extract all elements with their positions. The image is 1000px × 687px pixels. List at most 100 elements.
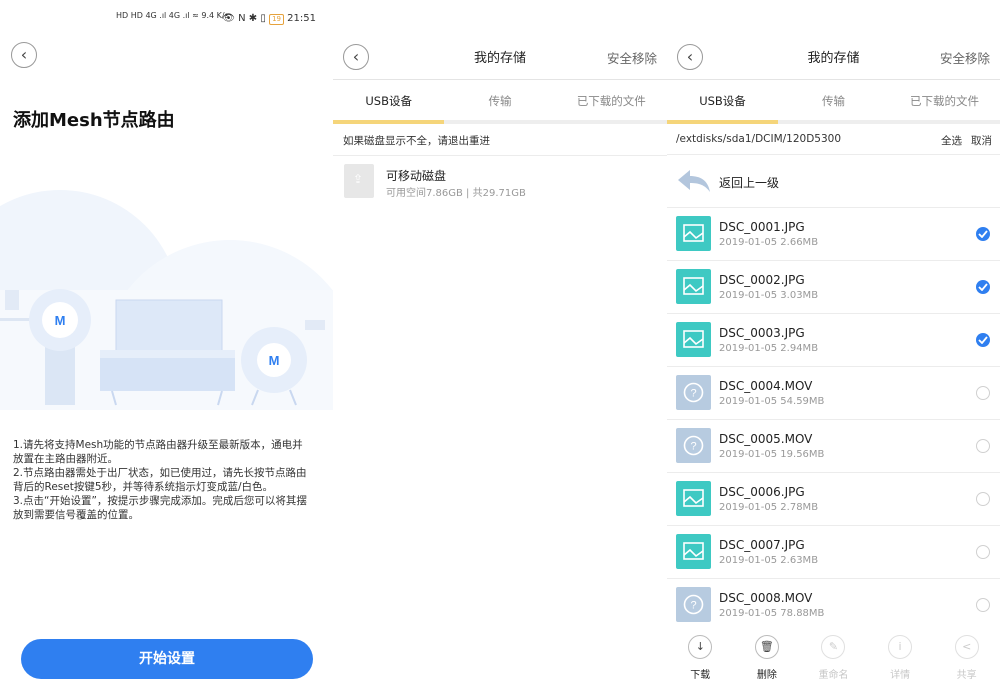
disk-list-item[interactable]: ⇪ 可移动磁盘 可用空间7.86GB | 共29.71GB — [333, 160, 667, 205]
file-list-item[interactable]: ? DSC_0004.MOV 2019-01-05 54.59MB — [667, 367, 1000, 420]
go-up-row[interactable]: 返回上一级 — [667, 156, 1000, 208]
file-list-item[interactable]: DSC_0007.JPG 2019-01-05 2.63MB — [667, 526, 1000, 579]
toolbar-label: 下载 — [690, 670, 711, 681]
image-file-icon — [676, 269, 711, 304]
return-arrow-icon — [678, 170, 710, 192]
share-icon: < — [954, 635, 979, 659]
checkbox-checked-icon[interactable] — [976, 280, 990, 294]
file-name: DSC_0005.MOV — [719, 432, 813, 446]
select-all-button[interactable]: 全选 — [941, 133, 962, 148]
tab-transfer[interactable]: 传输 — [444, 80, 555, 120]
checkbox-unchecked-icon[interactable] — [976, 598, 990, 612]
add-mesh-node-screen: HD HD 4G .ıl 4G .ıl ≈ 9.4 K/s 👁 N ✱ ▯ 19… — [0, 0, 333, 687]
start-setup-button[interactable]: 开始设置 — [21, 639, 313, 679]
file-browser-screen: ‹ 我的存储 安全移除 USB设备 传输 已下载的文件 /extdisks/sd… — [667, 0, 1000, 687]
usb-disk-icon: ⇪ — [344, 164, 374, 198]
image-file-icon — [676, 322, 711, 357]
status-icons: HD HD 4G .ıl 4G .ıl ≈ 9.4 K/s — [116, 11, 229, 20]
tab-bar: USB设备 传输 已下载的文件 — [333, 80, 667, 124]
tab-downloaded[interactable]: 已下载的文件 — [556, 80, 667, 120]
toolbar-share-button[interactable]: < 共享 — [933, 629, 1000, 687]
unknown-file-icon: ? — [676, 428, 711, 463]
toolbar-label: 详情 — [890, 670, 911, 681]
file-list-item[interactable]: DSC_0001.JPG 2019-01-05 2.66MB — [667, 208, 1000, 261]
file-meta: 2019-01-05 2.66MB — [719, 237, 819, 248]
checkbox-unchecked-icon[interactable] — [976, 439, 990, 453]
tab-usb-devices[interactable]: USB设备 — [333, 80, 445, 124]
file-meta: 2019-01-05 19.56MB — [719, 449, 825, 460]
toolbar-info-button[interactable]: i 详情 — [867, 629, 934, 687]
cancel-button[interactable]: 取消 — [971, 133, 992, 148]
eye-icon: 👁 — [222, 13, 235, 24]
instruction-step: 1.请先将支持Mesh功能的节点路由器升级至最新版本，通电并放置在主路由器附近。 — [13, 439, 303, 465]
node-logo-right: M — [269, 353, 280, 368]
trash-icon: 🗑 — [754, 635, 779, 659]
image-file-icon — [676, 534, 711, 569]
divider — [333, 155, 667, 156]
current-path: /extdisks/sda1/DCIM/120D5300 — [676, 133, 842, 145]
checkbox-checked-icon[interactable] — [976, 227, 990, 241]
node-logo-left: M — [55, 313, 66, 328]
instruction-step: 3.点击“开始设置”，按提示步骤完成添加。完成后您可以将其摆放到需要信号覆盖的位… — [13, 495, 307, 521]
svg-text:?: ? — [690, 441, 696, 453]
nfc-icon: N — [238, 13, 246, 24]
file-name: DSC_0003.JPG — [719, 326, 805, 340]
file-list: DSC_0001.JPG 2019-01-05 2.66MB DSC_0002.JP… — [667, 208, 1000, 632]
image-file-icon — [676, 481, 711, 516]
checkbox-unchecked-icon[interactable] — [976, 545, 990, 559]
toolbar-label: 重命名 — [818, 670, 849, 681]
bottom-toolbar: ↓ 下载 🗑 删除 ✎ 重命名 i 详情 < 共享 — [667, 629, 1000, 687]
disk-name: 可移动磁盘 — [386, 169, 447, 183]
status-bar: HD HD 4G .ıl 4G .ıl ≈ 9.4 K/s 👁 N ✱ ▯ 19… — [110, 10, 330, 30]
toolbar-edit-button[interactable]: ✎ 重命名 — [800, 629, 867, 687]
file-meta: 2019-01-05 2.94MB — [719, 343, 819, 354]
tab-downloaded[interactable]: 已下载的文件 — [889, 80, 1000, 120]
file-list-item[interactable]: ? DSC_0005.MOV 2019-01-05 19.56MB — [667, 420, 1000, 473]
chevron-left-icon: ‹ — [20, 45, 28, 64]
file-meta: 2019-01-05 54.59MB — [719, 396, 825, 407]
file-list-item[interactable]: DSC_0006.JPG 2019-01-05 2.78MB — [667, 473, 1000, 526]
checkbox-unchecked-icon[interactable] — [976, 492, 990, 506]
path-bar: /extdisks/sda1/DCIM/120D5300 全选 取消 — [667, 125, 1000, 155]
clock-time: 21:51 — [287, 13, 316, 24]
checkbox-checked-icon[interactable] — [976, 333, 990, 347]
bluetooth-icon: ✱ — [248, 13, 258, 24]
file-name: DSC_0006.JPG — [719, 485, 805, 499]
setup-instructions: 1.请先将支持Mesh功能的节点路由器升级至最新版本，通电并放置在主路由器附近。… — [13, 438, 313, 522]
toolbar-trash-button[interactable]: 🗑 删除 — [734, 629, 801, 687]
file-meta: 2019-01-05 2.63MB — [719, 555, 819, 566]
file-list-item[interactable]: ? DSC_0008.MOV 2019-01-05 78.88MB — [667, 579, 1000, 632]
image-file-icon — [676, 216, 711, 251]
instruction-step: 2.节点路由器需处于出厂状态，如已使用过，请先长按节点路由背后的Reset按键5… — [13, 467, 307, 493]
vibrate-icon: ▯ — [260, 13, 266, 24]
info-icon: i — [888, 635, 913, 659]
file-name: DSC_0007.JPG — [719, 538, 805, 552]
file-name: DSC_0004.MOV — [719, 379, 813, 393]
file-name: DSC_0008.MOV — [719, 591, 813, 605]
svg-text:?: ? — [690, 600, 696, 612]
mesh-illustration: M M — [0, 190, 333, 410]
download-icon: ↓ — [688, 635, 713, 659]
status-clock: 👁 N ✱ ▯ 19 21:51 — [222, 13, 316, 25]
file-meta: 2019-01-05 3.03MB — [719, 290, 819, 301]
file-name: DSC_0002.JPG — [719, 273, 805, 287]
battery-icon: 19 — [269, 14, 284, 25]
my-storage-screen: ‹ 我的存储 安全移除 USB设备 传输 已下载的文件 如果磁盘显示不全，请退出… — [333, 0, 667, 687]
file-list-item[interactable]: DSC_0002.JPG 2019-01-05 3.03MB — [667, 261, 1000, 314]
tab-bar: USB设备 传输 已下载的文件 — [667, 80, 1000, 124]
file-list-item[interactable]: DSC_0003.JPG 2019-01-05 2.94MB — [667, 314, 1000, 367]
toolbar-download-button[interactable]: ↓ 下载 — [667, 629, 734, 687]
safe-remove-button[interactable]: 安全移除 — [940, 48, 990, 67]
tab-usb-devices[interactable]: USB设备 — [667, 80, 778, 124]
disk-notice: 如果磁盘显示不全，请退出重进 — [343, 135, 490, 147]
file-meta: 2019-01-05 78.88MB — [719, 608, 825, 619]
checkbox-unchecked-icon[interactable] — [976, 386, 990, 400]
go-up-label: 返回上一级 — [719, 176, 780, 190]
tab-transfer[interactable]: 传输 — [778, 80, 889, 120]
file-name: DSC_0001.JPG — [719, 220, 805, 234]
app-header: ‹ 我的存储 安全移除 — [333, 40, 667, 80]
safe-remove-button[interactable]: 安全移除 — [607, 48, 657, 67]
back-button[interactable]: ‹ — [11, 42, 37, 68]
unknown-file-icon: ? — [676, 587, 711, 622]
svg-text:?: ? — [690, 388, 696, 400]
